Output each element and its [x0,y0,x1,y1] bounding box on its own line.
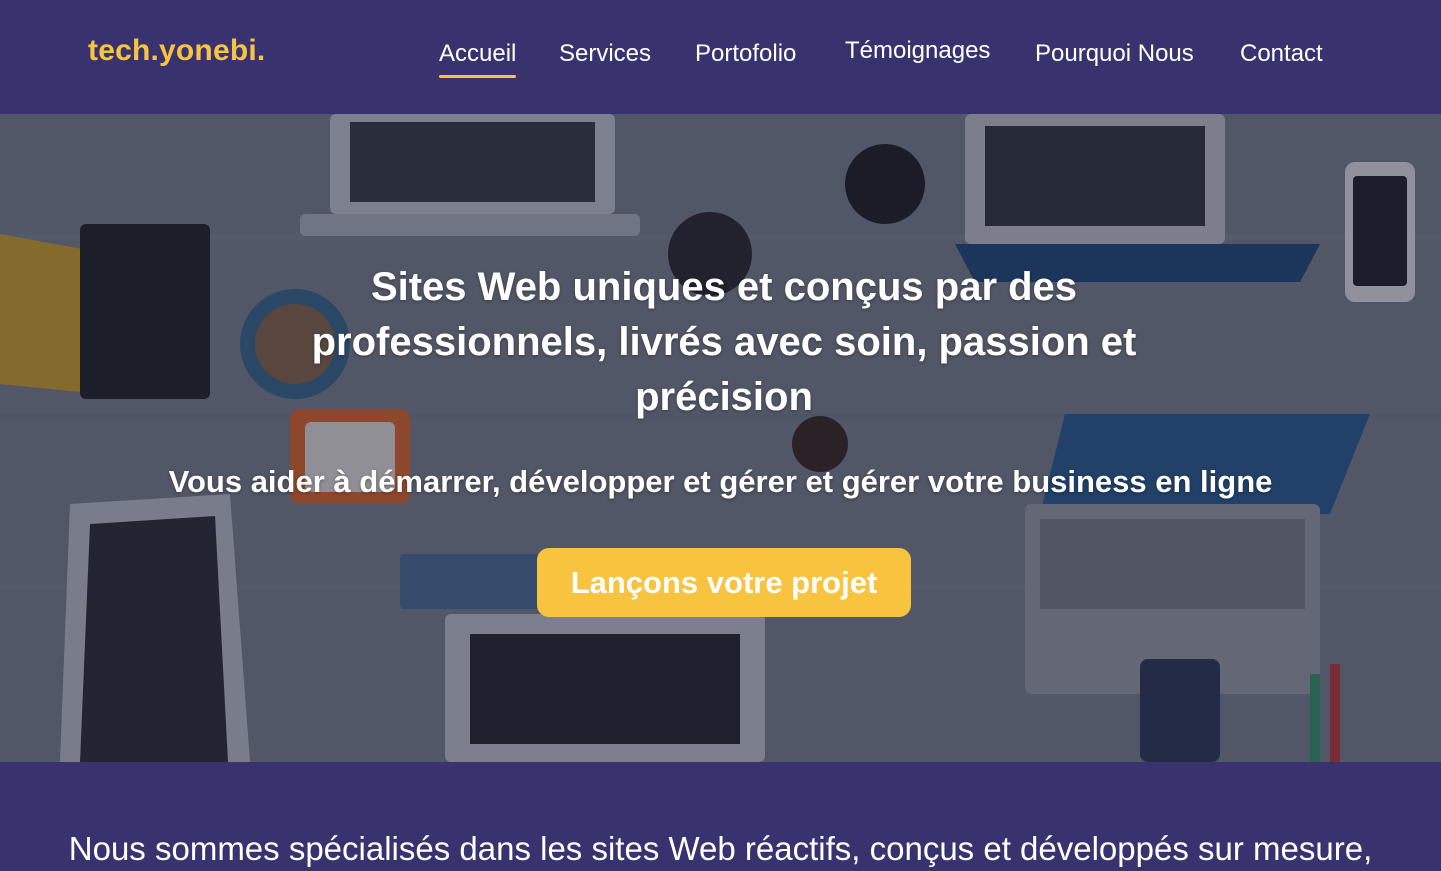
nav-item-accueil[interactable]: Accueil [439,40,517,78]
nav-item-contact[interactable]: Contact [1240,40,1323,68]
nav-item-portofolio[interactable]: Portofolio [695,40,796,68]
hero-title: Sites Web uniques et conçus par des prof… [311,265,1137,419]
nav-item-temoignages[interactable]: Témoignages [845,37,990,65]
main-nav: Accueil Services Portofolio Témoignages … [0,37,1441,80]
cta-button[interactable]: Lançons votre projet [537,548,911,617]
nav-item-pourquoi-nous[interactable]: Pourquoi Nous [1035,40,1194,68]
nav-item-services[interactable]: Services [559,40,651,68]
intro-text: Nous sommes spécialisés dans les sites W… [68,830,1373,867]
hero-subtitle: Vous aider à démarrer, développer et gér… [168,464,1273,499]
intro-section: Nous sommes spécialisés dans les sites W… [0,762,1441,871]
hero-overlay [0,114,1441,762]
navbar: tech.yonebi. Accueil Services Portofolio… [0,0,1441,114]
hero-section: Sites Web uniques et conçus par des prof… [0,114,1441,762]
